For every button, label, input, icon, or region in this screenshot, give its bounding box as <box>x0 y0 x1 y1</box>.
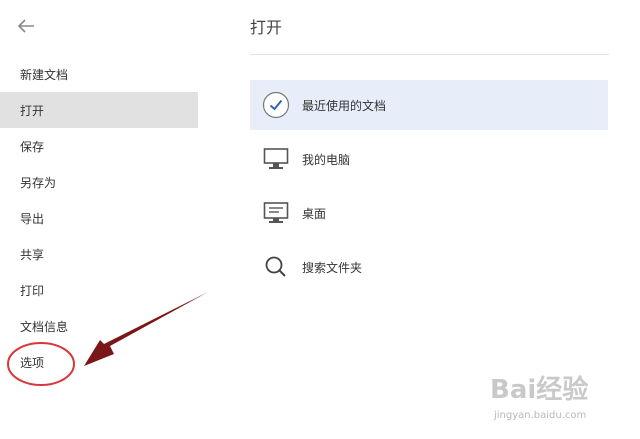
location-my-computer[interactable]: 我的电脑 <box>250 134 608 184</box>
menu-item-doc-info[interactable]: 文档信息 <box>0 308 198 344</box>
back-button[interactable] <box>12 12 40 40</box>
desktop-icon <box>262 199 290 227</box>
menu-item-label: 文档信息 <box>20 319 69 334</box>
menu-item-label: 保存 <box>20 139 45 154</box>
search-icon <box>262 253 290 281</box>
location-label: 最近使用的文档 <box>302 98 387 113</box>
menu-item-label: 导出 <box>20 211 45 226</box>
sidebar: 新建文档 打开 保存 另存为 导出 共享 打印 文档信息 选项 <box>0 0 198 439</box>
menu-item-label: 选项 <box>20 355 45 370</box>
checkmark-circle-icon <box>262 91 290 119</box>
menu-item-save-as[interactable]: 另存为 <box>0 164 198 200</box>
title-divider <box>250 54 609 55</box>
watermark-url: jingyan.baidu.com <box>494 410 587 421</box>
page-title: 打开 <box>250 18 283 37</box>
monitor-icon <box>262 145 290 173</box>
location-recent[interactable]: 最近使用的文档 <box>250 80 608 130</box>
menu-item-label: 打印 <box>20 283 45 298</box>
menu-item-print[interactable]: 打印 <box>0 272 198 308</box>
menu-item-label: 另存为 <box>20 175 57 190</box>
location-label: 搜索文件夹 <box>302 260 363 275</box>
menu-item-options[interactable]: 选项 <box>0 344 198 380</box>
menu-item-save[interactable]: 保存 <box>0 128 198 164</box>
arrow-left-icon <box>17 19 34 33</box>
location-label: 我的电脑 <box>302 152 351 167</box>
watermark-brand: Bai经验 <box>490 374 588 405</box>
menu-item-new[interactable]: 新建文档 <box>0 56 198 92</box>
menu-item-label: 新建文档 <box>20 67 69 82</box>
menu-item-export[interactable]: 导出 <box>0 200 198 236</box>
menu-item-share[interactable]: 共享 <box>0 236 198 272</box>
menu-item-label: 打开 <box>20 103 45 118</box>
location-desktop[interactable]: 桌面 <box>250 188 608 238</box>
location-label: 桌面 <box>302 206 327 221</box>
location-search-folder[interactable]: 搜索文件夹 <box>250 242 608 292</box>
menu-item-label: 共享 <box>20 247 45 262</box>
menu-item-open[interactable]: 打开 <box>0 92 198 128</box>
